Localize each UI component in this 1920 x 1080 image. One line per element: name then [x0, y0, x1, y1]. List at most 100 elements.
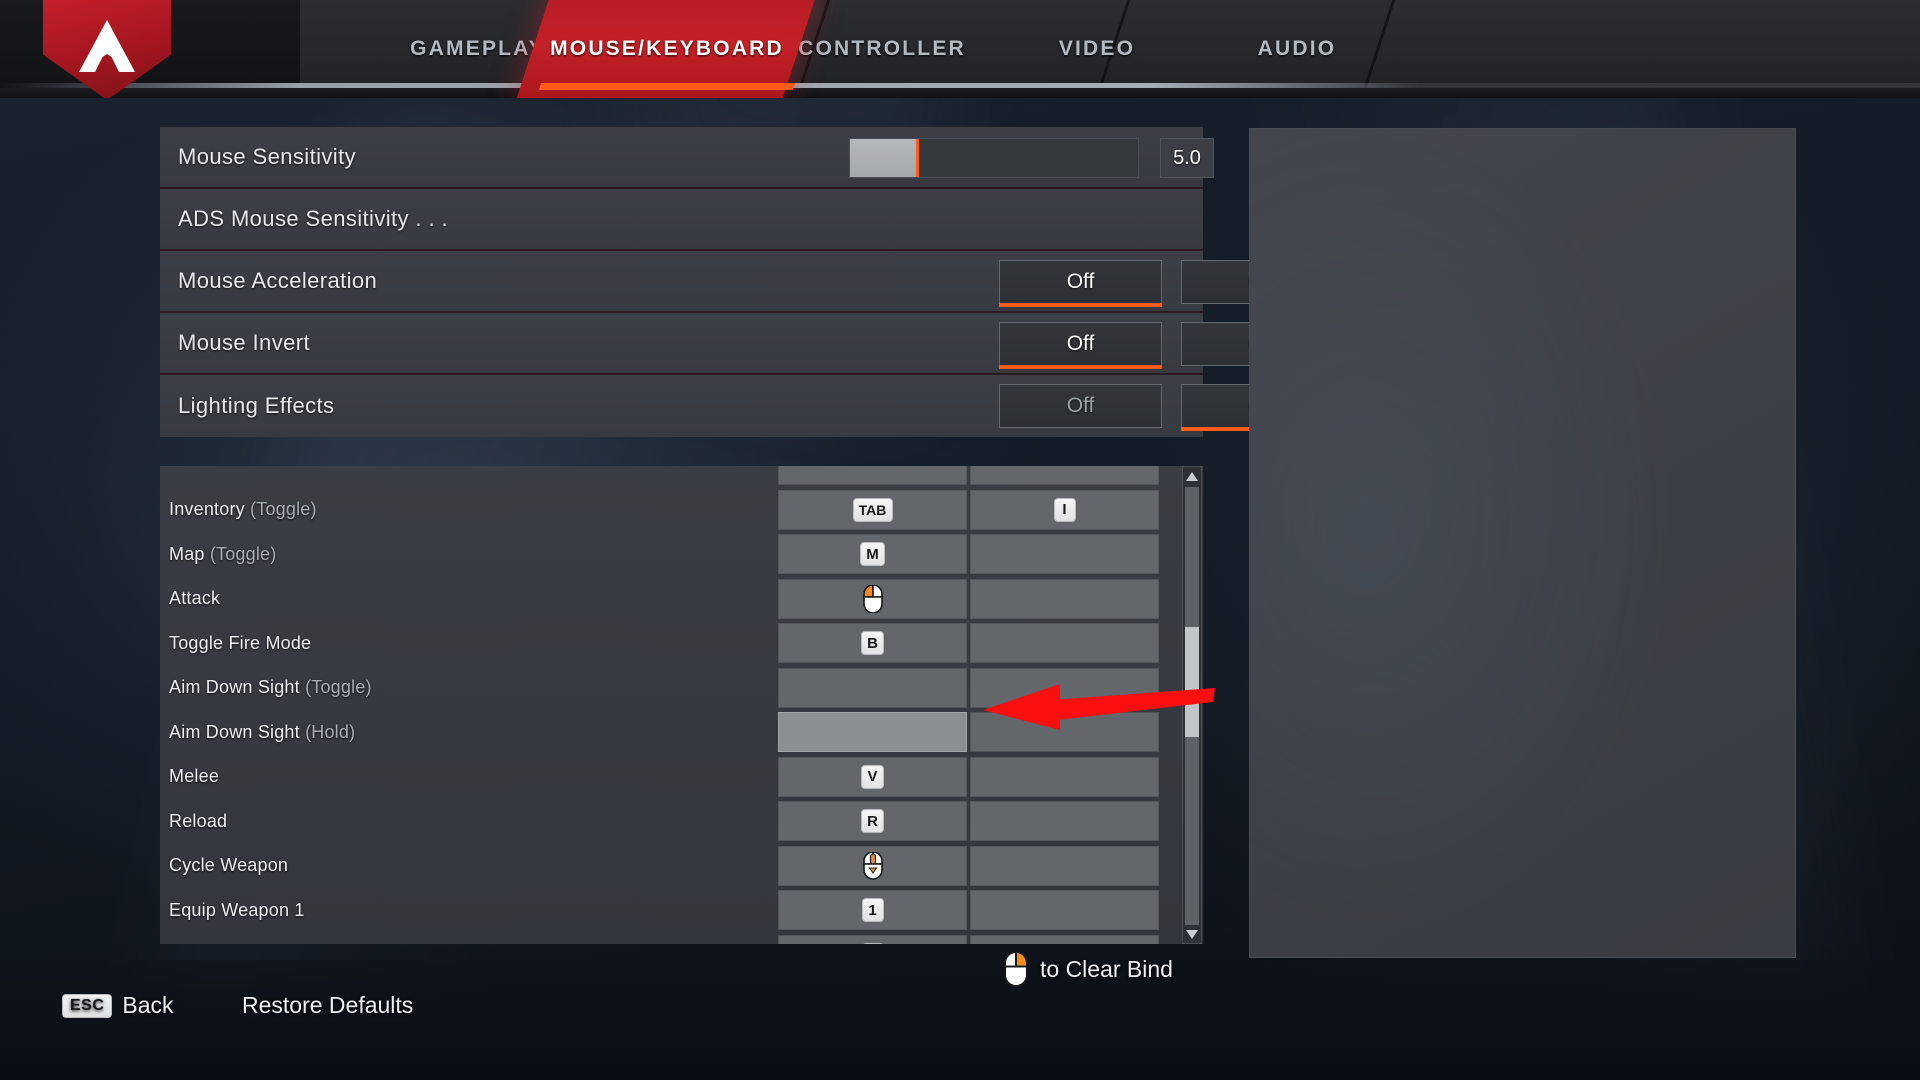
keybind-cell-2[interactable] [970, 712, 1159, 752]
setting-row-lighting-effects[interactable]: Lighting EffectsOffOn [160, 375, 1344, 437]
key-cap: 1 [861, 898, 884, 922]
keybind-cell-2[interactable] [970, 756, 1159, 797]
keybind-row-blank[interactable] [160, 466, 1203, 488]
keybind-row-toggle-fire-mode[interactable]: Toggle Fire Mode B [160, 621, 1203, 666]
keybind-action-label: Attack [169, 588, 221, 609]
setting-label: ADS Mouse Sensitivity . . . [178, 206, 448, 231]
keybind-action-modifier: (Hold) [305, 721, 356, 742]
keybind-row-cycle-weapon[interactable]: Cycle Weapon [160, 844, 1203, 889]
keybind-cell-1[interactable] [778, 578, 967, 619]
mouse-right-icon [1004, 952, 1028, 986]
keybind-action-name: Equip Weapon 1 [169, 900, 305, 921]
keybind-cell-1[interactable]: B [778, 623, 967, 663]
keybind-cell-2[interactable] [970, 934, 1159, 944]
option-off-button[interactable]: Off [999, 384, 1162, 428]
keybind-cell-1[interactable]: TAB [778, 489, 967, 530]
nav-tab-audio[interactable]: AUDIO [1222, 0, 1372, 98]
keybind-cell-1[interactable]: R [778, 801, 967, 841]
bottom-action-bar [0, 960, 1920, 1080]
keybind-row-aim-down-sight-toggle[interactable]: Aim Down Sight (Toggle) [160, 666, 1203, 711]
keybind-action-name: Aim Down Sight (Toggle) [169, 677, 372, 698]
option-label: Off [1066, 332, 1095, 355]
keybind-action-name: Map (Toggle) [169, 544, 276, 565]
scroll-up-arrow-icon[interactable] [1183, 467, 1201, 485]
nav-tab-controller[interactable]: CONTROLLER [782, 0, 982, 98]
setting-row-ads-mouse-sensitivity[interactable]: ADS Mouse Sensitivity . . . [160, 189, 1203, 251]
keybind-row-equip-weapon-1[interactable]: Equip Weapon 1 1 [160, 888, 1203, 933]
keybind-cell-1[interactable] [778, 845, 967, 886]
settings-panel: Mouse Sensitivity 5.0 ADS Mouse Sensitivit… [160, 127, 1344, 437]
option-off-button[interactable]: Off [999, 260, 1162, 307]
keybind-row-equip-weapon-2[interactable]: Equip Weapon 22 [160, 933, 1203, 944]
scroll-down-arrow-icon[interactable] [1183, 925, 1201, 943]
keybind-cell-2[interactable] [970, 466, 1159, 485]
keybind-cell-1[interactable] [778, 466, 967, 485]
keybind-row-aim-down-sight-hold[interactable]: Aim Down Sight (Hold) [160, 710, 1203, 755]
setting-label: Mouse Sensitivity [178, 144, 356, 169]
keybind-row-map-toggle[interactable]: Map (Toggle) M [160, 532, 1203, 577]
keybind-cell-1[interactable]: M [778, 534, 967, 574]
keybind-cell-2[interactable] [970, 801, 1159, 841]
back-label: Back [122, 992, 174, 1018]
slider-fill[interactable] [850, 139, 920, 177]
keybind-cell-2[interactable] [970, 890, 1159, 930]
keybind-cell-2[interactable] [970, 534, 1159, 574]
nav-tab-video[interactable]: VIDEO [1022, 0, 1172, 98]
keybind-row-attack[interactable]: Attack [160, 577, 1203, 622]
keybind-row-melee[interactable]: Melee V [160, 755, 1203, 800]
option-off-button[interactable]: Off [999, 322, 1162, 369]
keybind-list[interactable]: Inventory (Toggle) TAB I Map (Toggle) M Attac… [160, 466, 1203, 944]
mouse-sensitivity-slider[interactable] [849, 138, 1139, 178]
keybind-scrollbar[interactable] [1182, 466, 1202, 944]
keybind-action-label: Melee [169, 766, 220, 787]
keybind-cell-1[interactable] [778, 712, 967, 752]
option-label: Off [1066, 270, 1095, 293]
keybind-action-modifier: (Toggle) [305, 677, 372, 698]
clear-bind-hint: to Clear Bind [1002, 952, 1173, 986]
setting-row-mouse-acceleration[interactable]: Mouse AccelerationOffOn [160, 251, 1344, 313]
setting-label: Mouse Acceleration [178, 268, 378, 293]
keybind-cell-1[interactable]: 1 [778, 890, 967, 930]
keybind-cell-1[interactable]: V [778, 756, 967, 797]
key-cap: V [861, 764, 884, 789]
scrollbar-thumb[interactable] [1185, 627, 1199, 737]
keybind-action-label: Aim Down Sight [169, 677, 300, 698]
back-button[interactable]: ESC Back [62, 992, 174, 1019]
keybind-cell-2[interactable]: I [970, 489, 1159, 530]
key-cap: M [860, 542, 885, 566]
mouse-wheel-down-icon [862, 851, 883, 880]
keybind-action-name: Inventory (Toggle) [169, 499, 317, 520]
keybind-cell-2[interactable] [970, 623, 1159, 663]
nav-tab-label: VIDEO [1058, 37, 1136, 60]
mouse-left-icon [862, 584, 883, 613]
nav-tab-label: MOUSE/KEYBOARD [550, 37, 784, 60]
keybind-row-reload[interactable]: Reload R [160, 799, 1203, 844]
keybind-cell-1[interactable] [778, 667, 967, 708]
nav-tab-label: CONTROLLER [798, 37, 966, 60]
keybind-row-inventory-toggle[interactable]: Inventory (Toggle) TAB I [160, 488, 1203, 533]
keybind-action-modifier: (Toggle) [209, 543, 277, 564]
preview-panel [1249, 128, 1796, 958]
setting-row-mouse-invert[interactable]: Mouse InvertOffOn [160, 313, 1344, 375]
slider-value: 5.0 [1160, 138, 1214, 178]
nav-tab-label: AUDIO [1257, 37, 1337, 60]
keybind-action-name: Cycle Weapon [169, 855, 288, 876]
setting-label: Mouse Invert [178, 330, 310, 355]
keybind-action-name: Reload [169, 811, 227, 832]
restore-defaults-button[interactable]: Restore Defaults [242, 992, 413, 1019]
keybind-cell-2[interactable] [970, 845, 1159, 886]
setting-row-mouse-sensitivity[interactable]: Mouse Sensitivity 5.0 [160, 127, 1214, 189]
keybind-action-label: Map [169, 543, 205, 564]
nav-tab-mouse-keyboard[interactable]: MOUSE/KEYBOARD [514, 0, 820, 98]
top-navigation-bar: GAMEPLAY MOUSE/KEYBOARD CONTROLLER VIDEO AUD… [0, 0, 1920, 98]
keybind-cell-2[interactable] [970, 667, 1159, 708]
keybind-cell-1[interactable]: 2 [778, 934, 967, 944]
apex-logo-glyph [79, 20, 135, 72]
keybind-action-modifier: (Toggle) [250, 499, 317, 520]
esc-key-cap: ESC [62, 993, 113, 1018]
restore-defaults-label: Restore Defaults [242, 992, 414, 1018]
key-cap: B [861, 631, 884, 655]
keybind-cell-2[interactable] [970, 578, 1159, 619]
apex-settings-screen: GAMEPLAY MOUSE/KEYBOARD CONTROLLER VIDEO AUD… [0, 0, 1920, 1080]
setting-label: Lighting Effects [178, 393, 335, 418]
